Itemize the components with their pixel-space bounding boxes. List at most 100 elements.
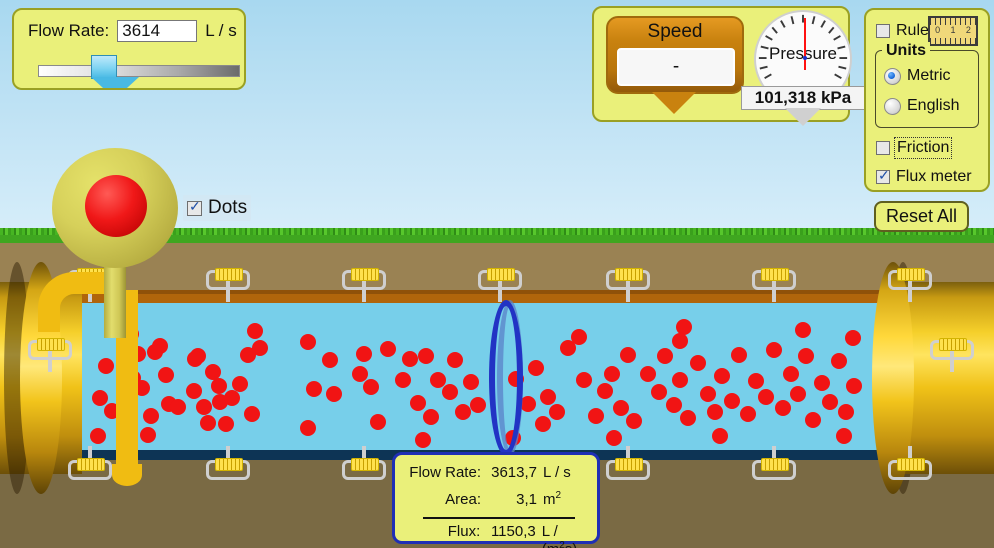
dots-checkbox[interactable] xyxy=(187,198,202,216)
water-particle xyxy=(140,427,156,443)
water-particle xyxy=(626,413,642,429)
speed-sensor[interactable]: Speed - xyxy=(606,16,744,94)
flux-meter-checkbox-row[interactable]: Flux meter xyxy=(876,167,972,186)
water-particle xyxy=(240,347,256,363)
reset-all-button[interactable]: Reset All xyxy=(874,201,969,232)
water-particle xyxy=(571,329,587,345)
friction-checkbox[interactable] xyxy=(876,141,890,155)
english-radio[interactable] xyxy=(884,97,901,115)
pipe-control-handle[interactable] xyxy=(206,446,250,486)
ruler-icon-bottom-ticks xyxy=(930,38,976,44)
water-particle xyxy=(606,430,622,446)
pipe-control-handle[interactable] xyxy=(930,338,974,372)
friction-checkbox-row[interactable]: Friction xyxy=(876,137,953,159)
pipe-control-handle[interactable] xyxy=(752,268,796,302)
flux-area-value: 3,1 xyxy=(516,491,537,508)
water-particle xyxy=(455,404,471,420)
ruler-icon-numbers: 0 1 2 xyxy=(930,25,976,35)
ruler-tick-2: 2 xyxy=(965,25,971,35)
water-particle xyxy=(187,351,203,367)
flow-rate-slider-thumb[interactable] xyxy=(91,55,140,88)
water-particle xyxy=(232,376,248,392)
units-group: Units Metric English xyxy=(875,42,979,128)
water-particle xyxy=(836,428,852,444)
pipe-control-handle[interactable] xyxy=(606,268,650,302)
water-particle xyxy=(748,373,764,389)
water-particle xyxy=(712,428,728,444)
english-label: English xyxy=(907,97,960,114)
ruler-checkbox[interactable] xyxy=(876,24,890,38)
units-option-metric[interactable]: Metric xyxy=(884,67,951,85)
pipe-handle-grip-pad xyxy=(615,458,643,471)
ruler-icon: 0 1 2 xyxy=(928,16,978,46)
ruler-checkbox-row[interactable]: Ruler xyxy=(876,22,934,40)
faucet-spout xyxy=(38,272,142,486)
pipe-handle-grip-pad xyxy=(939,338,967,351)
flux-meter-checkbox[interactable] xyxy=(876,167,890,184)
metric-radio[interactable] xyxy=(884,67,901,85)
flux-meter-hoop[interactable] xyxy=(489,300,523,456)
water-particle xyxy=(846,378,862,394)
sensor-panel: Speed - Pressure 101,318 kPa xyxy=(592,6,865,126)
flow-rate-slider-track[interactable] xyxy=(38,65,240,77)
flux-area-unit-base: m xyxy=(543,491,556,508)
pipe-control-handle[interactable] xyxy=(342,268,386,302)
water-particle xyxy=(200,415,216,431)
water-particle xyxy=(814,375,830,391)
water-particle xyxy=(410,395,426,411)
water-particle xyxy=(724,393,740,409)
water-particle xyxy=(326,386,342,402)
faucet-valve-button[interactable] xyxy=(85,175,147,237)
water-particle xyxy=(470,397,486,413)
pipe-handle-grip-pad xyxy=(761,458,789,471)
faucet-spout-tip xyxy=(112,464,142,486)
water-particle xyxy=(838,404,854,420)
water-particle xyxy=(447,352,463,368)
water-particle xyxy=(576,372,592,388)
pipe-control-handle[interactable] xyxy=(888,446,932,486)
ruler-icon-top-ticks xyxy=(930,18,976,25)
water-particle xyxy=(790,386,806,402)
water-particle xyxy=(363,379,379,395)
speed-sensor-title: Speed xyxy=(647,21,703,42)
flow-rate-row: Flow Rate: L / s xyxy=(28,20,237,42)
dots-checkbox-row[interactable]: Dots xyxy=(183,195,252,221)
flux-label: Flux: xyxy=(447,523,481,540)
water-particle xyxy=(640,366,656,382)
pipe-control-handle[interactable] xyxy=(752,446,796,486)
pipe-handle-grip-pad xyxy=(215,458,243,471)
pipe-handle-grip-pad xyxy=(487,268,515,281)
water-particle xyxy=(395,372,411,388)
dots-label: Dots xyxy=(208,197,248,218)
pipe-control-handle[interactable] xyxy=(888,268,932,302)
water-particle xyxy=(795,322,811,338)
water-particle xyxy=(535,416,551,432)
water-particle xyxy=(370,414,386,430)
flux-unit-pre: L / (m xyxy=(541,523,560,548)
pipe-control-handle[interactable] xyxy=(206,268,250,302)
flux-divider xyxy=(423,517,575,519)
flow-rate-label: Flow Rate: xyxy=(28,21,110,40)
pipe-control-handle[interactable] xyxy=(606,446,650,486)
water-particle xyxy=(845,330,861,346)
water-particle xyxy=(613,400,629,416)
units-option-english[interactable]: English xyxy=(884,97,959,115)
water-particle xyxy=(766,342,782,358)
water-particle xyxy=(707,404,723,420)
flow-rate-input[interactable] xyxy=(117,20,198,42)
water-particle xyxy=(402,351,418,367)
water-particle xyxy=(423,409,439,425)
ruler-tick-1: 1 xyxy=(950,25,956,35)
water-particle xyxy=(588,408,604,424)
water-particle xyxy=(700,386,716,402)
water-particle xyxy=(798,348,814,364)
pipe-control-handle[interactable] xyxy=(478,268,522,302)
pressure-gauge-hub xyxy=(803,56,807,60)
water-particle xyxy=(380,341,396,357)
water-particle xyxy=(170,399,186,415)
pipe-handle-grip-pad xyxy=(897,268,925,281)
water-particle xyxy=(143,408,159,424)
water-particle xyxy=(690,355,706,371)
pipe-control-handle[interactable] xyxy=(342,446,386,486)
water-particle xyxy=(680,410,696,426)
